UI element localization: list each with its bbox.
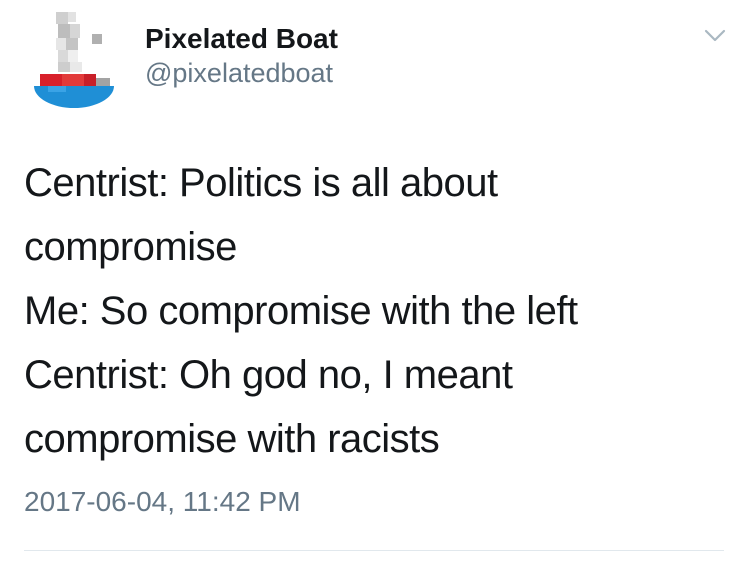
tweet-text-line: compromise bbox=[24, 225, 237, 269]
chevron-down-icon[interactable] bbox=[703, 28, 727, 44]
tweet-text: Centrist: Politics is all about compromi… bbox=[24, 151, 714, 471]
avatar[interactable] bbox=[28, 8, 120, 112]
pixelated-boat-avatar-icon bbox=[34, 12, 114, 108]
tweet-text-line: Centrist: Politics is all about bbox=[24, 161, 498, 205]
user-handle[interactable]: @pixelatedboat bbox=[145, 56, 338, 90]
tweet-card: Pixelated Boat @pixelatedboat Centrist: … bbox=[0, 0, 733, 576]
user-info: Pixelated Boat @pixelatedboat bbox=[145, 22, 338, 90]
tweet-text-line: Centrist: Oh god no, I meant bbox=[24, 353, 513, 397]
tweet-text-line: Me: So compromise with the left bbox=[24, 289, 578, 333]
tweet-text-line: compromise with racists bbox=[24, 417, 440, 461]
tweet-timestamp[interactable]: 2017-06-04, 11:42 PM bbox=[24, 484, 301, 520]
divider bbox=[24, 550, 724, 551]
display-name[interactable]: Pixelated Boat bbox=[145, 22, 338, 56]
